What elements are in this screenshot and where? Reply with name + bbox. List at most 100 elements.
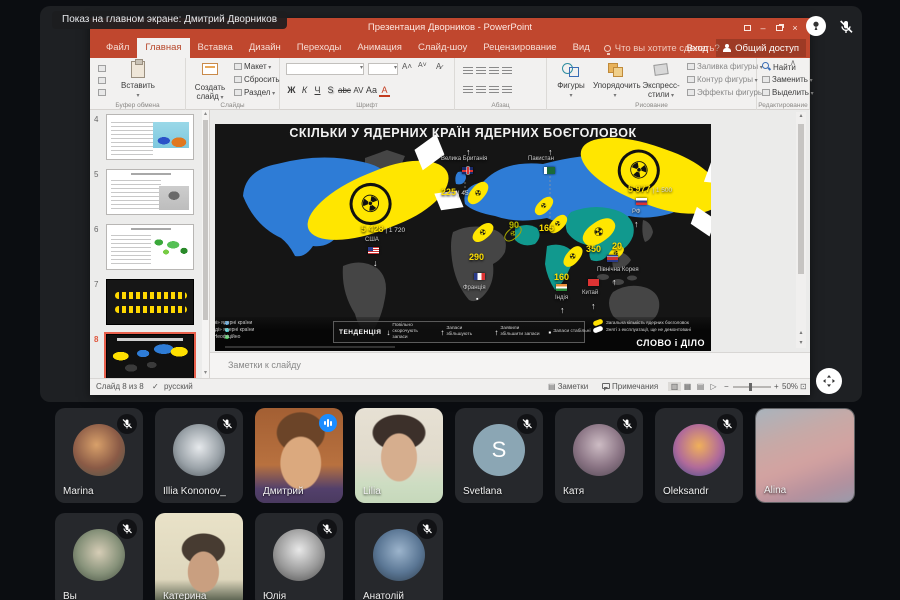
comment-icon [602,383,610,389]
tab-6[interactable]: Слайд-шоу [410,38,475,58]
participant-tile-1-0[interactable]: Вы [55,513,143,600]
shapes-button[interactable]: Фигуры▾ [549,61,593,100]
ribbon-display-options-button[interactable] [740,22,754,34]
new-slide-button[interactable]: Создать слайд ▾ [188,61,232,102]
restore-button[interactable] [772,22,786,34]
participant-tile-0-5[interactable]: Катя [555,408,643,503]
format-painter-button[interactable] [98,88,108,97]
slide-thumbnail-4[interactable]: 4 [94,114,209,160]
share-caption: Показ на главном экране: Дмитрий Дворник… [52,11,287,29]
participant-tile-0-6[interactable]: Oleksandr [655,408,743,503]
font-style-button-1[interactable]: К [299,85,310,95]
fit-to-window-button[interactable]: ⊡ [800,382,807,391]
font-style-button-7[interactable]: А [379,85,390,97]
participant-avatar [273,529,325,581]
font-style-button-0[interactable]: Ж [286,85,297,95]
legend-label: «Молоді» ядерні країни [225,328,229,332]
paste-button[interactable]: Вставить▾ [116,61,160,100]
zoom-slider[interactable] [733,386,771,388]
participant-tile-1-1[interactable]: Катерина [155,513,243,600]
country-name-us: США [365,237,379,243]
comments-toggle[interactable]: Примечания [602,382,658,391]
tab-4[interactable]: Переходы [289,38,350,58]
clear-format-button[interactable]: A̷ [436,62,441,71]
expand-icon[interactable] [816,368,842,394]
participant-tile-0-2[interactable]: Дмитрий [255,408,343,503]
layout-button[interactable]: Макет ▾ [234,62,271,71]
slide-scrollbar[interactable]: ▴ ▴ ▾ [796,112,806,348]
tab-1[interactable]: Главная [137,38,189,58]
mic-off-icon [717,414,737,434]
warhead-count-in: 160 [554,272,569,282]
participant-tile-0-0[interactable]: Marina [55,408,143,503]
tab-3[interactable]: Дизайн [241,38,289,58]
language-indicator[interactable]: русский [164,382,193,391]
reading-view-button[interactable]: ▤ [694,382,707,391]
list-buttons[interactable] [463,63,515,81]
font-style-button-2[interactable]: Ч [312,85,323,95]
tab-0[interactable]: Файл [98,38,137,58]
next-slide-button[interactable]: ▾ [796,339,806,346]
tab-2[interactable]: Вставка [190,38,241,58]
slide-thumbnail-panel[interactable]: 4 5 6 7 8 [90,110,210,378]
zoom-out-button[interactable]: − [724,382,729,391]
shrink-font-button[interactable]: A˅ [418,62,427,69]
normal-view-button[interactable]: ▥ [668,382,681,391]
lightbulb-icon [604,45,611,52]
replace-button[interactable]: Заменить ▾ [762,75,813,84]
slide-thumbnail-6[interactable]: 6 [94,224,209,270]
previous-slide-button[interactable]: ▴ [796,329,806,336]
cut-button[interactable] [98,64,108,73]
font-name-input[interactable]: ▾ [286,63,364,75]
reset-button[interactable]: Сбросить [234,75,280,84]
spellcheck-icon[interactable]: ✓ [152,382,159,391]
shape-fill-button[interactable]: Заливка фигуры ▾ [687,62,763,71]
select-button[interactable]: Выделить ▾ [762,88,814,97]
font-style-button-5[interactable]: AV [353,86,364,95]
ppt-account-area: Вход Общий доступ [687,38,806,58]
tab-5[interactable]: Анимация [349,38,410,58]
trend-stable-icon: ▪ [476,296,478,303]
thumbnail-scrollbar[interactable]: ▴▾ [202,110,209,378]
tab-7[interactable]: Рецензирование [475,38,564,58]
participant-tile-0-1[interactable]: Illia Kononov_ [155,408,243,503]
participant-tile-1-2[interactable]: Юлія [255,513,343,600]
section-button[interactable]: Раздел ▾ [234,88,275,97]
font-style-button-6[interactable]: Аа [366,85,377,95]
participant-tile-0-4[interactable]: SSvetlana [455,408,543,503]
zoom-level[interactable]: 50% [782,382,798,391]
align-buttons[interactable] [463,82,515,100]
view-buttons[interactable]: ▥▦▤▷ [668,382,720,391]
screen-share-tile[interactable]: Презентация Дворников - PowerPoint – × Ф… [40,6,862,402]
sign-in-button[interactable]: Вход [687,43,709,54]
pin-icon[interactable] [806,16,826,36]
zoom-slider-thumb[interactable] [749,383,752,391]
participant-tile-1-3[interactable]: Анатолій [355,513,443,600]
slide-thumbnail-7[interactable]: 7 [94,279,209,325]
grow-font-button[interactable]: A˄ [402,62,412,71]
close-button[interactable]: × [788,22,802,34]
slide-thumbnail-5[interactable]: 5 [94,169,209,215]
zoom-in-button[interactable]: + [774,382,779,391]
slideshow-button[interactable]: ▷ [707,382,720,391]
slide-canvas[interactable]: СКІЛЬКИ У ЯДЕРНИХ КРАЇН ЯДЕРНИХ БОЄГОЛОВ… [215,124,711,351]
ribbon-group-drawing: Фигуры▾ Упорядочить▾ Экспресс-стили ▾ За… [547,58,757,110]
collapse-ribbon-button[interactable]: ∧ [790,58,796,67]
share-button[interactable]: Общий доступ [716,39,806,57]
slide-sorter-button[interactable]: ▦ [681,382,694,391]
arrange-button[interactable]: Упорядочить▾ [593,61,637,100]
shape-outline-button[interactable]: Контур фигуры ▾ [687,75,758,84]
quick-styles-button[interactable]: Экспресс-стили ▾ [639,61,683,100]
notes-pane[interactable]: Заметки к слайду [210,352,810,378]
ppt-body: 45678 ▴▾ [90,110,810,378]
copy-button[interactable] [98,76,108,85]
participant-tile-0-3[interactable]: Lilia [355,408,443,503]
minimize-button[interactable]: – [756,22,770,34]
slide-thumbnail-8[interactable]: 8 [94,334,209,380]
notes-toggle[interactable]: ▤Заметки [548,382,588,391]
participant-tile-0-7[interactable]: Alina [755,408,855,503]
tab-8[interactable]: Вид [565,38,598,58]
font-size-input[interactable]: ▾ [368,63,398,75]
font-style-button-3[interactable]: S [325,85,336,95]
font-style-button-4[interactable]: abc [338,86,351,95]
